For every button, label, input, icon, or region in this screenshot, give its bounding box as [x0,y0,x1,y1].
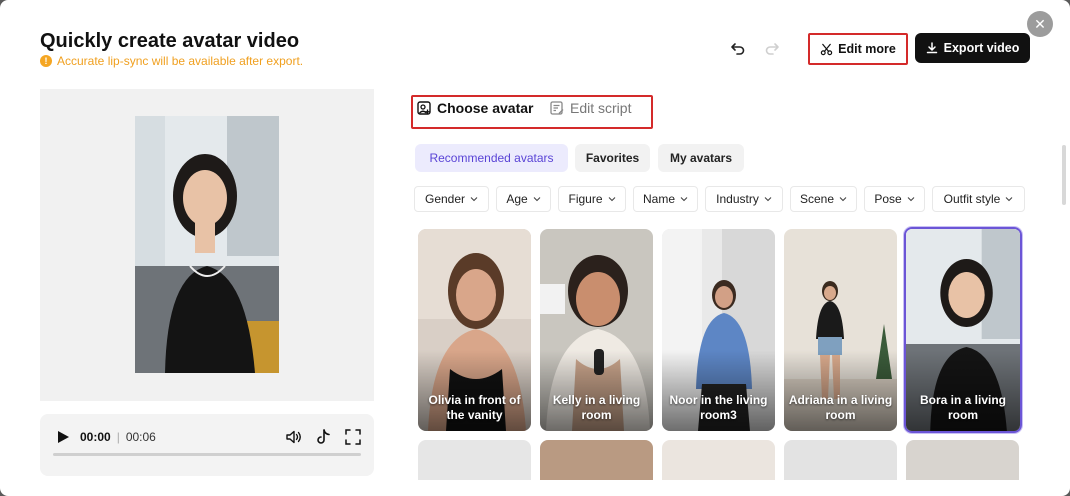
tab-choose-avatar[interactable]: Choose avatar [417,100,533,116]
avatar-card-olivia[interactable]: Olivia in front of the vanity [418,229,531,431]
filter-name[interactable]: Name [633,186,698,212]
avatar-card-row2[interactable] [662,440,775,480]
tab-label: Choose avatar [437,100,534,116]
download-icon [926,42,937,54]
avatar-card-noor[interactable]: Noor in the living room3 [662,229,775,431]
time-display: 00:00 | 00:06 [80,430,156,444]
progress-bar[interactable] [53,453,361,456]
category-my-avatars[interactable]: My avatars [658,144,744,172]
avatar-card-row2[interactable] [784,440,897,480]
edit-more-button[interactable]: Edit more [812,37,904,61]
filter-label: Outfit style [943,192,1001,206]
volume-icon[interactable] [285,428,303,446]
filter-age[interactable]: Age [496,186,551,212]
notice-text: Accurate lip-sync will be available afte… [57,54,304,68]
chevron-down-icon [470,197,478,202]
avatar-card-kelly[interactable]: Kelly in a living room [540,229,653,431]
scrollbar[interactable] [1062,145,1066,205]
warning-icon: ! [40,55,52,67]
chevron-down-icon [680,197,688,202]
video-player-controls: 00:00 | 00:06 [40,414,374,476]
filter-label: Industry [716,192,759,206]
avatar-card-row2[interactable] [906,440,1019,480]
time-separator: | [116,430,120,444]
avatar-card-adriana[interactable]: Adriana in a living room [784,229,897,431]
avatar-name: Bora in a living room [919,393,1006,422]
filter-scene[interactable]: Scene [790,186,857,212]
chevron-down-icon [608,197,615,202]
duration: 00:06 [125,430,156,444]
avatar-name: Olivia in front of the vanity [428,393,521,422]
avatar-video-modal: ✕ Quickly create avatar video ! Accurate… [0,0,1070,496]
page-title: Quickly create avatar video [40,30,300,52]
chevron-down-icon [533,197,541,202]
undo-icon[interactable] [728,38,748,58]
filter-figure[interactable]: Figure [558,186,626,212]
filter-label: Pose [874,192,902,206]
filter-industry[interactable]: Industry [705,186,783,212]
current-time: 00:00 [80,430,111,444]
redo-icon[interactable] [762,38,782,58]
export-label: Export video [943,41,1020,55]
filter-label: Age [506,192,528,206]
tiktok-icon[interactable] [314,428,332,446]
avatar-card-bora[interactable]: Bora in a living room [904,227,1022,433]
avatar-name: Noor in the living room3 [669,393,768,422]
avatar-card-row2[interactable] [418,440,531,480]
edit-script-icon [550,101,564,115]
choose-avatar-icon [417,101,431,115]
avatar-card-row2[interactable] [540,440,653,480]
avatar-name: Adriana in a living room [788,393,893,422]
edit-more-label: Edit more [838,42,896,56]
avatar-name: Kelly in a living room [552,393,641,422]
filter-gender[interactable]: Gender [414,186,489,212]
fullscreen-icon[interactable] [344,428,362,446]
filter-label: Figure [568,192,603,206]
tab-edit-script[interactable]: Edit script [550,100,631,116]
chevron-down-icon [1005,197,1013,202]
video-preview [40,89,374,401]
filter-label: Name [642,192,675,206]
tab-label: Edit script [570,100,632,116]
category-recommended-avatars[interactable]: Recommended avatars [415,144,568,172]
filter-label: Gender [424,192,466,206]
filter-label: Scene [799,192,835,206]
play-icon[interactable] [56,430,70,444]
export-video-button[interactable]: Export video [915,33,1030,63]
avatar-preview-image [135,116,279,373]
scissors-icon [820,43,833,55]
chevron-down-icon [839,197,847,202]
close-icon[interactable]: ✕ [1027,11,1053,37]
filter-pose[interactable]: Pose [864,186,925,212]
category-favorites[interactable]: Favorites [575,144,650,172]
filter-outfit-style[interactable]: Outfit style [932,186,1025,212]
lip-sync-notice: ! Accurate lip-sync will be available af… [40,54,303,68]
chevron-down-icon [907,197,915,202]
chevron-down-icon [764,197,772,202]
